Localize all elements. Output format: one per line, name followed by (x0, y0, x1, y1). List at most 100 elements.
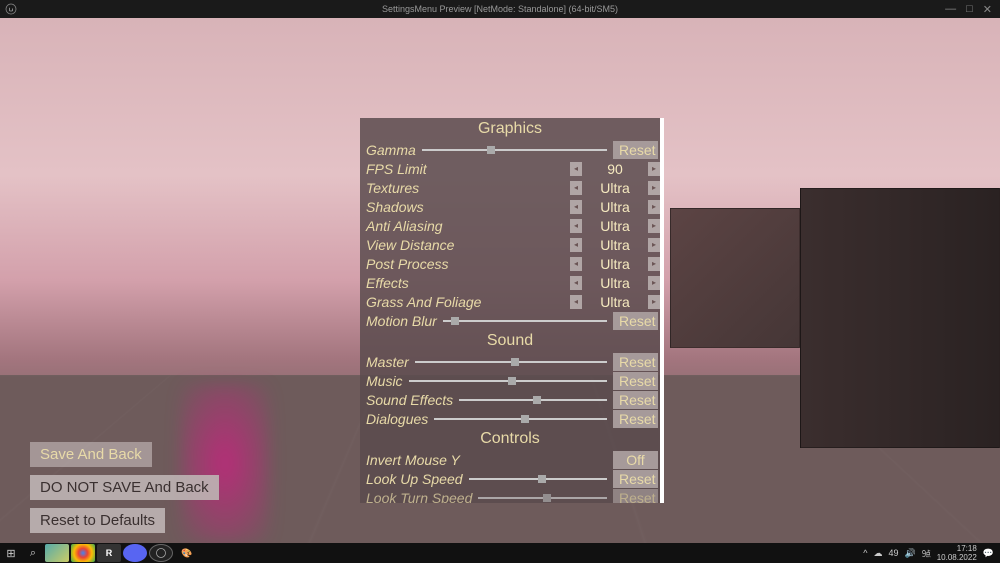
fps-prev-button[interactable]: ◂ (570, 162, 582, 176)
unreal-app-icon[interactable] (149, 544, 173, 562)
textures-prev-button[interactable]: ◂ (570, 181, 582, 195)
reset-to-defaults-button[interactable]: Reset to Defaults (30, 508, 165, 533)
sfx-slider-thumb[interactable] (533, 396, 541, 404)
gamma-label: Gamma (366, 142, 416, 158)
motionblur-row: Motion Blur Reset (360, 311, 660, 330)
lookturn-reset-button[interactable]: Reset (613, 489, 658, 504)
chrome-app-icon[interactable] (71, 544, 95, 562)
invert-row: Invert Mouse Y Off (360, 450, 660, 469)
dialogues-slider-thumb[interactable] (521, 415, 529, 423)
master-slider-thumb[interactable] (511, 358, 519, 366)
effects-next-button[interactable]: ▸ (648, 276, 660, 290)
sfx-row: Sound Effects Reset (360, 390, 660, 409)
do-not-save-and-back-button[interactable]: DO NOT SAVE And Back (30, 475, 219, 500)
music-slider[interactable] (409, 380, 607, 382)
fps-label: FPS Limit (366, 161, 427, 177)
music-reset-button[interactable]: Reset (613, 372, 658, 390)
gamma-reset-button[interactable]: Reset (613, 141, 658, 159)
dialogues-row: Dialogues Reset (360, 409, 660, 428)
aa-value: Ultra (582, 218, 648, 234)
dialogues-slider[interactable] (434, 418, 607, 420)
close-icon[interactable]: ✕ (983, 3, 992, 16)
foliage-prev-button[interactable]: ◂ (570, 295, 582, 309)
sound-header: Sound (360, 330, 660, 352)
shadows-next-button[interactable]: ▸ (648, 200, 660, 214)
shadows-prev-button[interactable]: ◂ (570, 200, 582, 214)
explorer-app-icon[interactable] (45, 544, 69, 562)
tray-temp: 49 (888, 548, 898, 558)
lookturn-slider[interactable] (478, 497, 607, 499)
postproc-label: Post Process (366, 256, 448, 272)
viewdist-prev-button[interactable]: ◂ (570, 238, 582, 252)
viewdist-row: View Distance ◂ Ultra ▸ (360, 235, 660, 254)
tray-date: 10.08.2022 (937, 553, 977, 562)
motionblur-slider[interactable] (443, 320, 607, 322)
effects-prev-button[interactable]: ◂ (570, 276, 582, 290)
sfx-reset-button[interactable]: Reset (613, 391, 658, 409)
lookup-slider[interactable] (469, 478, 607, 480)
rider-app-icon[interactable]: R (97, 544, 121, 562)
viewdist-label: View Distance (366, 237, 454, 253)
tray-notifications-icon[interactable]: 💬 (983, 548, 994, 559)
motionblur-reset-button[interactable]: Reset (613, 312, 658, 330)
motionblur-slider-thumb[interactable] (451, 317, 459, 325)
gamma-slider-thumb[interactable] (487, 146, 495, 154)
lookturn-row: Look Turn Speed Reset (360, 488, 660, 503)
side-buttons: Save And Back DO NOT SAVE And Back Reset… (30, 442, 219, 533)
viewdist-next-button[interactable]: ▸ (648, 238, 660, 252)
invert-label: Invert Mouse Y (366, 452, 460, 468)
save-and-back-button[interactable]: Save And Back (30, 442, 152, 467)
postproc-prev-button[interactable]: ◂ (570, 257, 582, 271)
fps-row: FPS Limit ◂ 90 ▸ (360, 159, 660, 178)
music-row: Music Reset (360, 371, 660, 390)
master-row: Master Reset (360, 352, 660, 371)
search-icon[interactable]: ⌕ (22, 543, 44, 563)
aa-row: Anti Aliasing ◂ Ultra ▸ (360, 216, 660, 235)
window-title: SettingsMenu Preview [NetMode: Standalon… (382, 4, 618, 14)
fps-next-button[interactable]: ▸ (648, 162, 660, 176)
app-icon[interactable]: 🎨 (175, 544, 199, 562)
lookup-row: Look Up Speed Reset (360, 469, 660, 488)
textures-next-button[interactable]: ▸ (648, 181, 660, 195)
textures-label: Textures (366, 180, 419, 196)
tray-cloud-icon[interactable]: ☁ (873, 548, 882, 559)
maximize-icon[interactable]: □ (966, 3, 973, 16)
master-reset-button[interactable]: Reset (613, 353, 658, 371)
fps-value: 90 (582, 161, 648, 177)
tray-lang-icon[interactable]: ㍡ (922, 547, 931, 560)
postproc-value: Ultra (582, 256, 648, 272)
minimize-icon[interactable]: — (945, 3, 956, 16)
shadows-value: Ultra (582, 199, 648, 215)
master-slider[interactable] (415, 361, 607, 363)
dialogues-reset-button[interactable]: Reset (613, 410, 658, 428)
start-icon[interactable]: ⊞ (0, 543, 22, 563)
invert-toggle-button[interactable]: Off (613, 451, 658, 469)
game-viewport: Graphics Gamma Reset FPS Limit ◂ 90 ▸ Te… (0, 18, 1000, 543)
lookup-label: Look Up Speed (366, 471, 463, 487)
music-slider-thumb[interactable] (508, 377, 516, 385)
tray-chevron-icon[interactable]: ^ (863, 548, 867, 558)
dialogues-label: Dialogues (366, 411, 428, 427)
settings-panel: Graphics Gamma Reset FPS Limit ◂ 90 ▸ Te… (360, 118, 664, 503)
viewdist-value: Ultra (582, 237, 648, 253)
controls-header: Controls (360, 428, 660, 450)
effects-row: Effects ◂ Ultra ▸ (360, 273, 660, 292)
scene-cube (800, 188, 1000, 448)
sfx-slider[interactable] (459, 399, 607, 401)
foliage-next-button[interactable]: ▸ (648, 295, 660, 309)
aa-prev-button[interactable]: ◂ (570, 219, 582, 233)
foliage-value: Ultra (582, 294, 648, 310)
postproc-next-button[interactable]: ▸ (648, 257, 660, 271)
gamma-slider[interactable] (422, 149, 607, 151)
lookup-reset-button[interactable]: Reset (613, 470, 658, 488)
tray-clock[interactable]: 17:18 10.08.2022 (937, 544, 977, 562)
lookup-slider-thumb[interactable] (538, 475, 546, 483)
aa-next-button[interactable]: ▸ (648, 219, 660, 233)
lookturn-label: Look Turn Speed (366, 490, 472, 504)
lookturn-slider-thumb[interactable] (543, 494, 551, 502)
unreal-logo-icon (4, 2, 18, 16)
tray-volume-icon[interactable]: 🔊 (905, 548, 916, 559)
motionblur-label: Motion Blur (366, 313, 437, 329)
effects-value: Ultra (582, 275, 648, 291)
discord-app-icon[interactable] (123, 544, 147, 562)
